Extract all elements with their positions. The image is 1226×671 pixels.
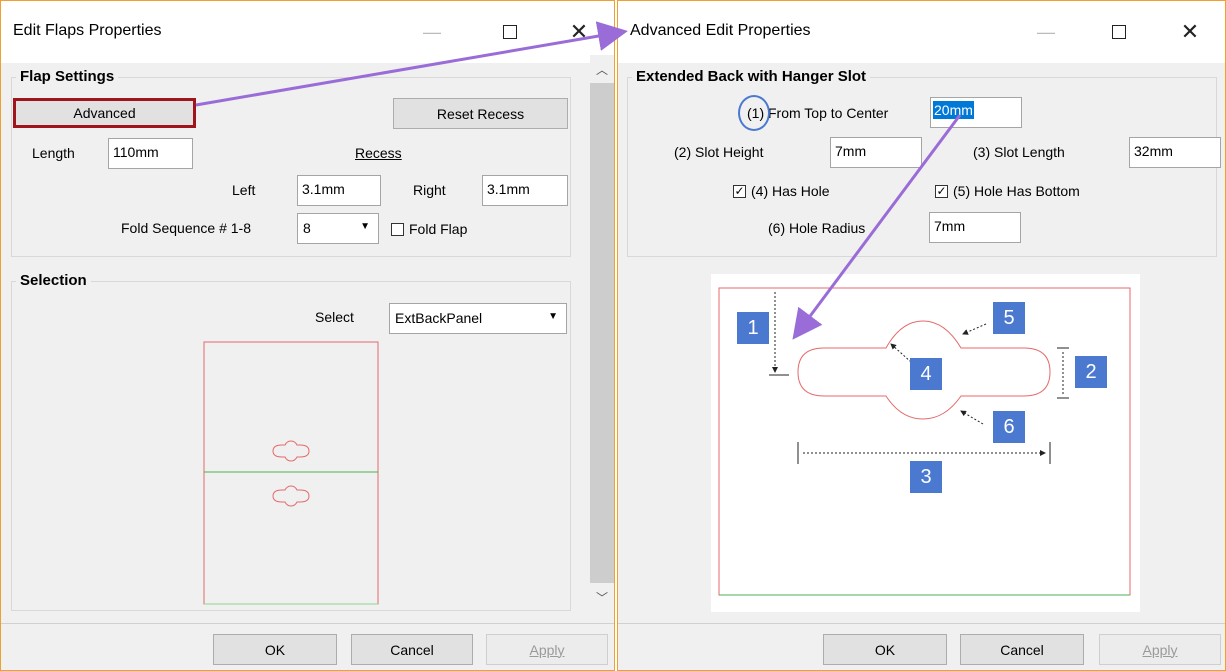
badge-3: 3 <box>910 461 942 493</box>
slot-diagram-drawing <box>718 287 1131 596</box>
cancel-button[interactable]: Cancel <box>960 634 1084 665</box>
length-field[interactable]: 110mm <box>108 138 193 169</box>
hole-radius-field[interactable]: 7mm <box>929 212 1021 243</box>
leader-4 <box>890 343 912 363</box>
has-hole-checkbox[interactable]: ✓ (4) Has Hole <box>733 183 830 199</box>
scroll-down-icon[interactable]: ﹀ <box>590 585 614 609</box>
selection-label: Selection <box>16 272 91 289</box>
scroll-thumb[interactable] <box>590 83 614 583</box>
recess-label: Recess <box>355 145 402 161</box>
slot-height-field[interactable]: 7mm <box>830 137 922 168</box>
length-label: Length <box>32 145 75 161</box>
badge-6: 6 <box>993 411 1025 443</box>
right-recess-label: Right <box>413 182 446 198</box>
highlight-circle <box>738 95 770 131</box>
footer-separator <box>1 623 614 624</box>
select-dropdown[interactable]: ExtBackPanel ▼ <box>389 303 567 334</box>
panel-outline <box>203 341 379 605</box>
badge-4: 4 <box>910 358 942 390</box>
apply-button[interactable]: Apply <box>1099 634 1221 665</box>
advanced-button[interactable]: Advanced <box>13 98 196 128</box>
fold-flap-checkbox[interactable]: Fold Flap <box>391 221 467 237</box>
chevron-down-icon: ▼ <box>548 311 558 322</box>
fold-sequence-select[interactable]: 8 ▼ <box>297 213 379 244</box>
close-icon[interactable]: ✕ <box>1167 9 1213 55</box>
minimize-icon[interactable]: — <box>409 9 455 55</box>
leader-5 <box>962 323 987 335</box>
fold-flap-label: Fold Flap <box>409 221 468 237</box>
has-hole-label: (4) Has Hole <box>751 183 830 199</box>
checkbox-icon: ✓ <box>935 184 948 198</box>
slot-height-label: (2) Slot Height <box>674 144 764 160</box>
advanced-edit-properties-window: Advanced Edit Properties — ✕ Extended Ba… <box>617 0 1226 671</box>
title-bar: Edit Flaps Properties — ✕ <box>1 1 614 63</box>
ok-button[interactable]: OK <box>213 634 337 665</box>
scroll-up-icon[interactable]: ︿ <box>590 57 614 81</box>
panel-preview <box>203 341 379 605</box>
badge-1: 1 <box>737 312 769 344</box>
hole-has-bottom-checkbox[interactable]: ✓ (5) Hole Has Bottom <box>935 183 1080 199</box>
cancel-button[interactable]: Cancel <box>351 634 473 665</box>
footer-separator <box>618 623 1225 624</box>
select-label: Select <box>315 309 354 325</box>
slot-length-label: (3) Slot Length <box>973 144 1065 160</box>
panel-outline <box>718 287 1131 596</box>
from-top-value: 20mm <box>933 101 974 119</box>
checkbox-icon <box>391 222 404 236</box>
fold-sequence-value: 8 <box>303 220 311 236</box>
maximize-icon[interactable] <box>487 9 533 55</box>
hanger-slot-label: Extended Back with Hanger Slot <box>632 68 871 85</box>
window-title: Edit Flaps Properties <box>13 22 162 39</box>
left-recess-field[interactable]: 3.1mm <box>297 175 381 206</box>
hanger-slot-shape <box>272 440 310 462</box>
hole-has-bottom-label: (5) Hole Has Bottom <box>953 183 1080 199</box>
slot-length-field[interactable]: 32mm <box>1129 137 1221 168</box>
close-icon[interactable]: ✕ <box>556 9 602 55</box>
title-bar: Advanced Edit Properties — ✕ <box>618 1 1225 63</box>
checkbox-icon: ✓ <box>733 184 746 198</box>
flap-settings-label: Flap Settings <box>16 68 119 85</box>
from-top-field[interactable]: 20mm <box>930 97 1022 128</box>
window-title: Advanced Edit Properties <box>630 22 811 39</box>
minimize-icon[interactable]: — <box>1023 9 1069 55</box>
select-value: ExtBackPanel <box>395 310 483 326</box>
apply-button[interactable]: Apply <box>486 634 608 665</box>
chevron-down-icon: ▼ <box>360 221 370 232</box>
reset-recess-button[interactable]: Reset Recess <box>393 98 568 129</box>
leader-6 <box>960 410 984 425</box>
hanger-slot-mirror-shape <box>272 485 310 507</box>
edit-flaps-properties-window: Edit Flaps Properties — ✕ Flap Settings … <box>0 0 615 671</box>
badge-2: 2 <box>1075 356 1107 388</box>
left-recess-label: Left <box>232 182 256 198</box>
hole-radius-label: (6) Hole Radius <box>768 220 866 236</box>
badge-5: 5 <box>993 302 1025 334</box>
slot-diagram: 1 2 3 4 5 6 <box>711 274 1140 612</box>
right-recess-field[interactable]: 3.1mm <box>482 175 568 206</box>
fold-sequence-label: Fold Sequence # 1-8 <box>121 220 251 236</box>
ok-button[interactable]: OK <box>823 634 947 665</box>
vertical-scrollbar[interactable]: ︿ ﹀ <box>590 55 614 611</box>
maximize-icon[interactable] <box>1096 9 1142 55</box>
